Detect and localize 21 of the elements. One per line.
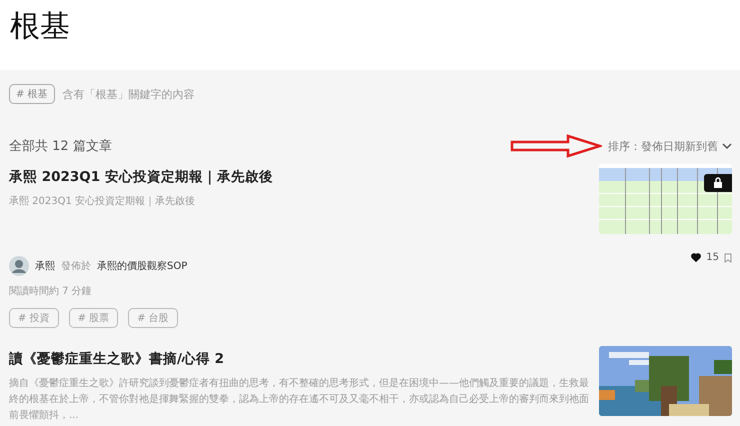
- publication-link[interactable]: 承熙的價股觀察SOP: [97, 259, 188, 273]
- keyword-tag[interactable]: # 根基: [9, 84, 55, 104]
- author-name[interactable]: 承熙: [35, 259, 55, 273]
- heart-icon[interactable]: [691, 253, 702, 262]
- chevron-down-icon: [722, 142, 732, 150]
- article-count: 全部共 12 篇文章: [9, 138, 112, 155]
- keyword-description: 含有「根基」關鍵字的內容: [62, 86, 195, 102]
- like-count: 15: [706, 252, 719, 263]
- tag-chip[interactable]: # 台股: [128, 308, 178, 328]
- published-label: 發佈於: [61, 260, 91, 273]
- tag-chip[interactable]: # 股票: [68, 308, 118, 328]
- page-title: 根基: [10, 8, 70, 46]
- sort-dropdown[interactable]: 排序：發佈日期新到舊: [608, 138, 732, 154]
- article-excerpt: 承熙 2023Q1 安心投資定期報｜承先啟後: [9, 194, 196, 209]
- read-time: 閱讀時間約 7 分鐘: [9, 284, 93, 298]
- article-title[interactable]: 讀《憂鬱症重生之歌》書摘/心得 2: [9, 350, 589, 368]
- tag-chip[interactable]: # 投資: [9, 308, 59, 328]
- avatar-icon: [9, 256, 29, 276]
- article-excerpt: 摘自《憂鬱症重生之歌》許研究談到憂鬱症者有扭曲的思考，有不整確的思考形式，但是在困境中——他們觸及重要的議題，生救最終的根基在於上帝，不管你對祂是揮舞緊握的雙拳，認為上帝的存在遙不可及又毫不相干，亦或認為自己必受上帝的審判而來到祂面前畏懼顫抖，...: [9, 376, 589, 423]
- bookmark-icon[interactable]: [724, 252, 732, 262]
- article-title[interactable]: 承熙 2023Q1 安心投資定期報｜承先啟後: [9, 168, 589, 186]
